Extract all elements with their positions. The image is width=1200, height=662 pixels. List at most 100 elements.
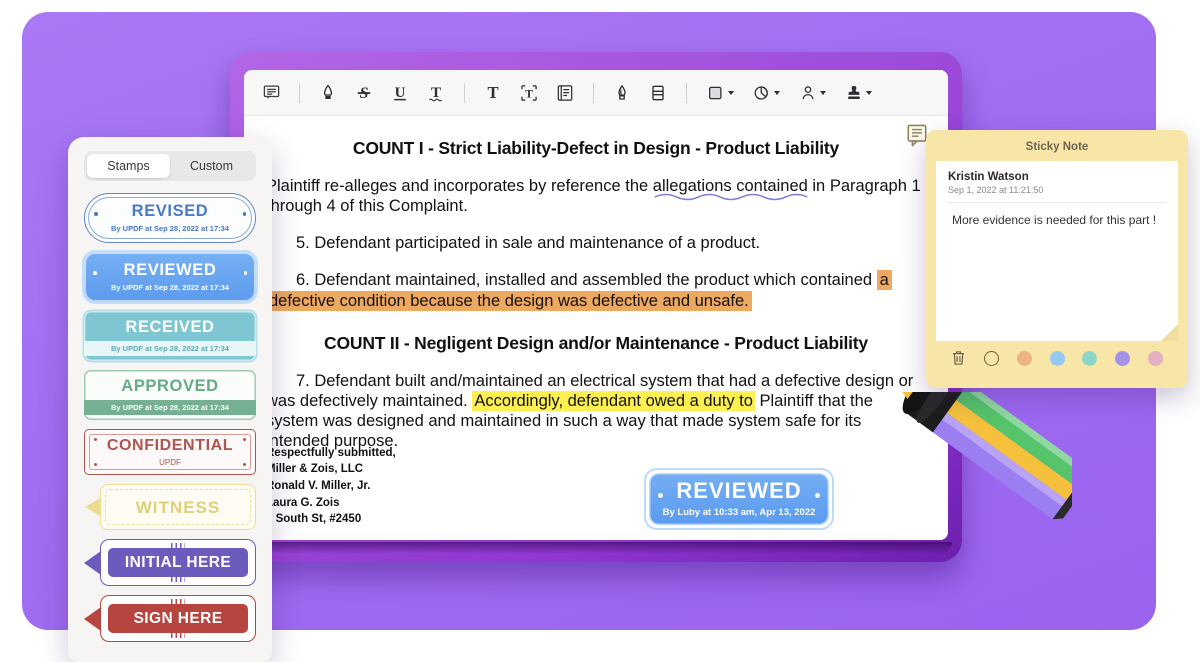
placed-stamp-sub: By Luby at 10:33 am, Apr 13, 2022 [662,507,816,518]
stamp-dot-bottom-right [243,463,246,466]
stamp-subtitle: By UPDF at Sep 28, 2022 at 17:34 [111,282,229,292]
toolbar-divider [464,82,465,103]
document-page[interactable]: COUNT I - Strict Liability-Defect in Des… [244,116,948,540]
svg-text:T: T [431,85,441,101]
color-swatch-teal[interactable] [1073,350,1106,366]
stamp-ticks-bottom [171,575,185,582]
toolbar-divider [299,82,300,103]
placed-stamp-title: REVIEWED [676,478,802,503]
stamp-ticks-top [171,599,185,606]
stamp-dot-right [243,271,247,275]
chevron-down-icon [727,90,734,95]
chevron-down-icon [819,90,826,95]
stamp-title: RECEIVED [125,318,215,337]
stamp-dot-left [93,271,97,275]
device-screen: S U T [244,70,948,540]
tab-stamps[interactable]: Stamps [87,154,170,178]
document-paragraph-7: 7. Defendant built and/maintained an ele… [266,371,926,452]
stamp-title: SIGN HERE [108,604,248,633]
text-icon[interactable]: T [476,77,510,109]
color-none-icon[interactable] [975,350,1008,366]
sticky-note-icon[interactable] [548,77,582,109]
stamp-item-received[interactable]: RECEIVED By UPDF at Sep 28, 2022 at 17:3… [84,311,256,361]
stamp-item-witness[interactable]: WITNESS [85,484,256,530]
stamps-panel: Stamps Custom REVISED By UPDF at Sep 28,… [68,137,272,662]
stamp-item-sign-here[interactable]: SIGN HERE [84,595,256,642]
footer-line: Ronald V. Miller, Jr. [266,479,371,492]
strikethrough-icon[interactable]: S [347,77,381,109]
stamps-list: REVISED By UPDF at Sep 28, 2022 at 17:34… [84,193,256,642]
stamp-item-reviewed[interactable]: REVIEWED By UPDF at Sep 28, 2022 at 17:3… [84,252,256,302]
document-signature-block: Respectfully submitted, Miller & Zois, L… [266,445,396,528]
sticky-note-panel: Sticky Note Kristin Watson Sep 1, 2022 a… [926,130,1188,388]
document-heading-1: COUNT I - Strict Liability-Defect in Des… [352,138,840,158]
stamps-tab-bar: Stamps Custom [84,151,256,181]
stamp-item-initial-here[interactable]: INITIAL HERE [84,539,256,586]
shape-icon[interactable] [698,77,742,109]
tab-custom[interactable]: Custom [170,154,253,178]
delete-icon[interactable] [942,350,975,366]
stamp-dot-top-left [94,438,97,441]
pen-icon[interactable] [605,77,639,109]
sticky-note-timestamp: Sep 1, 2022 at 11:21:50 [948,185,1166,203]
stamp-subtitle: By UPDF at Sep 28, 2022 at 17:34 [111,223,229,233]
para1-squiggle-text: allegations contained in [653,177,825,201]
chevron-down-icon [865,90,872,95]
color-swatch-orange[interactable] [1008,350,1041,366]
sticky-note-title: Sticky Note [1025,141,1089,153]
comment-icon[interactable] [254,77,288,109]
para6-part-a: 6. Defendant maintained, installed and a… [296,271,877,290]
page-comment-icon[interactable] [906,124,928,153]
toolbar-divider [593,82,594,103]
squiggly-underline-icon[interactable]: T [419,77,453,109]
sticky-note-author: Kristin Watson [948,171,1029,183]
footer-line: Laura G. Zois [266,496,340,509]
stamp-ticks-bottom [171,631,185,638]
stamp-dot-right [242,212,246,216]
stamp-subtitle: By UPDF at Sep 28, 2022 at 17:34 [84,340,256,356]
sticky-note-actions [936,341,1178,366]
stamp-arrow-icon [85,498,100,516]
footer-line: 1 South St, #2450 [266,513,362,526]
underline-icon[interactable]: U [383,77,417,109]
highlight-icon[interactable] [311,77,345,109]
para1-part-a: Plaintiff re-alleges and incorporates by… [266,177,653,195]
placed-reviewed-stamp[interactable]: REVIEWED By Luby at 10:33 am, Apr 13, 20… [644,468,834,530]
stamp-title: REVISED [131,202,209,221]
tablet-device-frame: S U T [230,52,962,562]
document-paragraph-6: 6. Defendant maintained, installed and a… [266,270,926,311]
yellow-highlight[interactable]: Accordingly, defendant owed a duty to [472,390,755,411]
document-heading-2: COUNT II - Negligent Design and/or Maint… [324,332,868,353]
stamp-title: CONFIDENTIAL [106,436,234,454]
stamp-arrow-icon [84,606,101,631]
document-paragraph-5: 5. Defendant participated in sale and ma… [296,234,761,253]
sticky-note-text[interactable]: More evidence is needed for this part ! [948,212,1166,229]
color-swatch-blue[interactable] [1041,350,1074,366]
annotation-toolbar: S U T [244,70,948,116]
stamp-dot-right [815,493,820,498]
stamp-item-revised[interactable]: REVISED By UPDF at Sep 28, 2022 at 17:34 [84,193,256,243]
stamp-item-approved[interactable]: APPROVED By UPDF at Sep 28, 2022 at 17:3… [84,370,256,420]
stamp-title: INITIAL HERE [108,548,248,577]
pie-shape-icon[interactable] [744,77,788,109]
color-swatch-pink[interactable] [1139,350,1172,366]
footer-line: Respectfully submitted, [266,446,396,459]
toolbar-divider [686,82,687,103]
chevron-down-icon [773,90,780,95]
screenshot-root: S U T [0,0,1200,662]
signature-icon[interactable] [790,77,834,109]
footer-line: Miller & Zois, LLC [266,463,364,476]
stamp-subtitle: UPDF [159,457,181,467]
stamp-subtitle: By UPDF at Sep 28, 2022 at 17:34 [84,399,256,415]
text-box-icon[interactable]: T [512,77,546,109]
color-swatch-purple[interactable] [1106,350,1139,366]
stamp-item-confidential[interactable]: CONFIDENTIAL UPDF [84,429,256,475]
stamp-icon[interactable] [836,77,880,109]
sticky-note-body[interactable]: Kristin Watson Sep 1, 2022 at 11:21:50 M… [936,161,1178,341]
stamp-dot-left [94,212,98,216]
stamp-ticks-top [171,543,185,550]
stamp-arrow-icon [84,550,101,575]
svg-text:T: T [487,83,498,102]
stamp-title: WITNESS [135,497,221,517]
eraser-icon[interactable] [641,77,675,109]
